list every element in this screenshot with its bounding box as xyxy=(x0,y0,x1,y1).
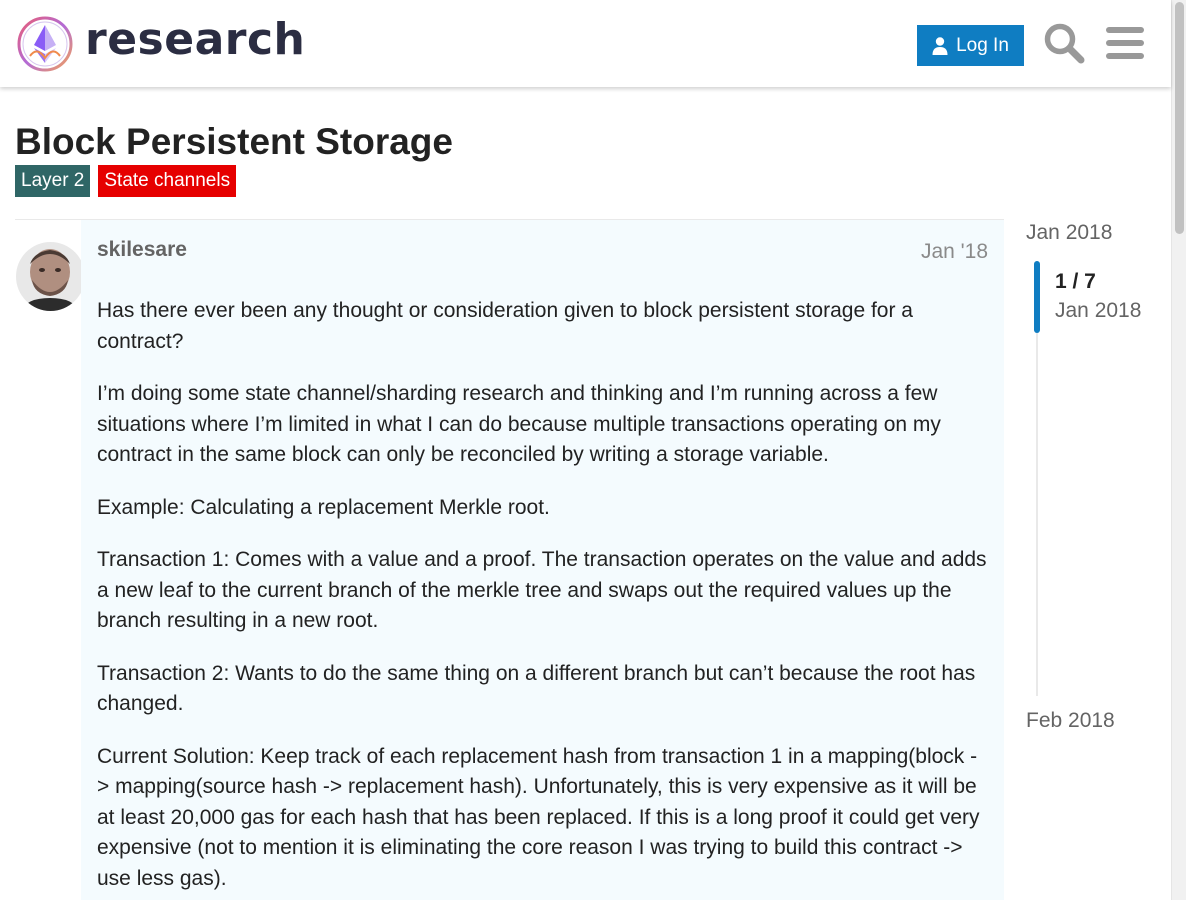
topic-tags: Layer 2 State channels xyxy=(15,165,237,197)
timeline-post-counter: 1 / 7 xyxy=(1055,270,1096,293)
timeline-start-date[interactable]: Jan 2018 xyxy=(1026,221,1112,245)
timeline-end-date[interactable]: Feb 2018 xyxy=(1026,709,1115,733)
tag-layer-2[interactable]: Layer 2 xyxy=(15,165,91,197)
hamburger-menu-button[interactable] xyxy=(1102,20,1148,66)
login-button[interactable]: Log In xyxy=(917,25,1024,66)
tag-state-channels[interactable]: State channels xyxy=(98,165,237,197)
topic-title[interactable]: Block Persistent Storage xyxy=(15,120,453,164)
post-username[interactable]: skilesare xyxy=(97,238,187,262)
hamburger-menu-icon xyxy=(1106,27,1144,59)
avatar[interactable] xyxy=(16,242,85,311)
login-label: Log In xyxy=(956,34,1009,56)
timeline-current-date: Jan 2018 xyxy=(1055,299,1142,322)
user-avatar-image xyxy=(16,242,85,311)
site-name: research xyxy=(85,14,306,65)
post-paragraph: Transaction 1: Comes with a value and a … xyxy=(97,548,987,632)
ethereum-research-logo-icon xyxy=(17,16,73,72)
post-paragraph: Has there ever been any thought or consi… xyxy=(97,299,913,353)
post-date[interactable]: Jan '18 xyxy=(921,240,988,264)
user-icon xyxy=(932,36,948,55)
site-header: research Log In xyxy=(0,0,1171,87)
post-paragraph: Current Solution: Keep track of each rep… xyxy=(97,744,980,890)
page-scrollbar[interactable] xyxy=(1171,0,1186,900)
scrollbar-thumb[interactable] xyxy=(1175,2,1184,234)
search-icon xyxy=(1044,23,1085,64)
timeline-scroll-handle[interactable] xyxy=(1034,261,1040,333)
site-logo-link[interactable]: research xyxy=(17,14,305,72)
post-paragraph: Transaction 2: Wants to do the same thin… xyxy=(97,661,976,716)
post-paragraph: Example: Calculating a replacement Merkl… xyxy=(97,495,550,519)
post-paragraph: I’m doing some state channel/sharding re… xyxy=(97,382,941,466)
search-button[interactable] xyxy=(1041,20,1087,66)
post-content: Has there ever been any thought or consi… xyxy=(97,296,987,916)
